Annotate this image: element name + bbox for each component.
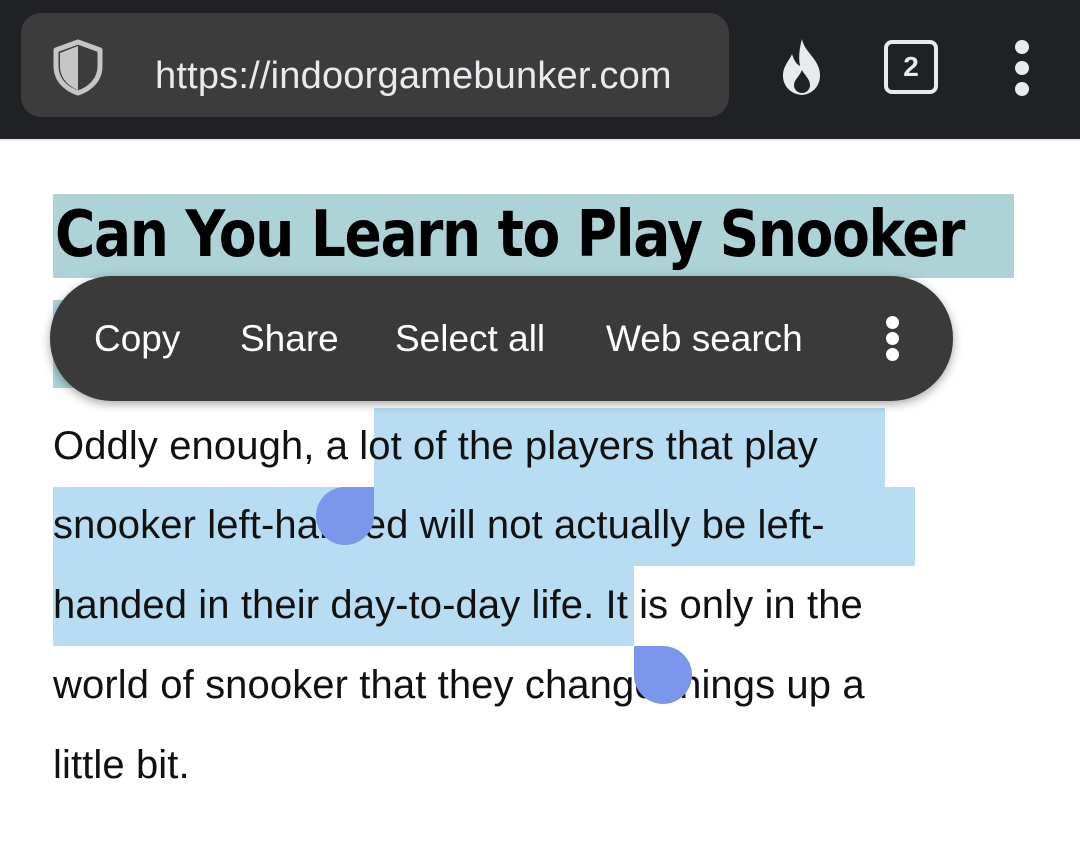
select-all-button[interactable]: Select all <box>395 276 545 401</box>
share-button[interactable]: Share <box>240 276 339 401</box>
browser-toolbar: https://indoorgamebunker.com 2 <box>0 0 1080 139</box>
tab-switcher-button[interactable]: 2 <box>884 40 938 94</box>
paragraph-line-4[interactable]: world of snooker that they change things… <box>53 655 865 715</box>
menu-dot <box>886 348 899 361</box>
more-vert-icon[interactable] <box>1008 40 1036 96</box>
paragraph-line-5[interactable]: little bit. <box>53 735 190 795</box>
menu-dot <box>1015 82 1029 96</box>
article-title[interactable]: Can You Learn to Play Snooker <box>55 190 965 280</box>
copy-button[interactable]: Copy <box>94 276 180 401</box>
paragraph-line-3[interactable]: handed in their day-to-day life. It is o… <box>53 575 863 635</box>
paragraph-line-1[interactable]: Oddly enough, a lot of the players that … <box>53 416 818 476</box>
more-vert-icon[interactable] <box>882 316 904 362</box>
url-bar[interactable]: https://indoorgamebunker.com <box>21 13 729 117</box>
menu-dot <box>886 316 899 329</box>
selection-end-handle[interactable] <box>634 646 692 704</box>
selection-start-handle[interactable] <box>316 487 374 545</box>
text-selection-menu: Copy Share Select all Web search <box>50 276 953 401</box>
shield-icon[interactable] <box>50 38 106 96</box>
menu-dot <box>1015 61 1029 75</box>
fire-icon[interactable] <box>774 36 830 98</box>
web-search-button[interactable]: Web search <box>606 276 803 401</box>
menu-dot <box>886 332 899 345</box>
paragraph-line-2[interactable]: snooker left-handed will not actually be… <box>53 495 825 555</box>
url-text[interactable]: https://indoorgamebunker.com <box>155 55 720 98</box>
menu-dot <box>1015 40 1029 54</box>
